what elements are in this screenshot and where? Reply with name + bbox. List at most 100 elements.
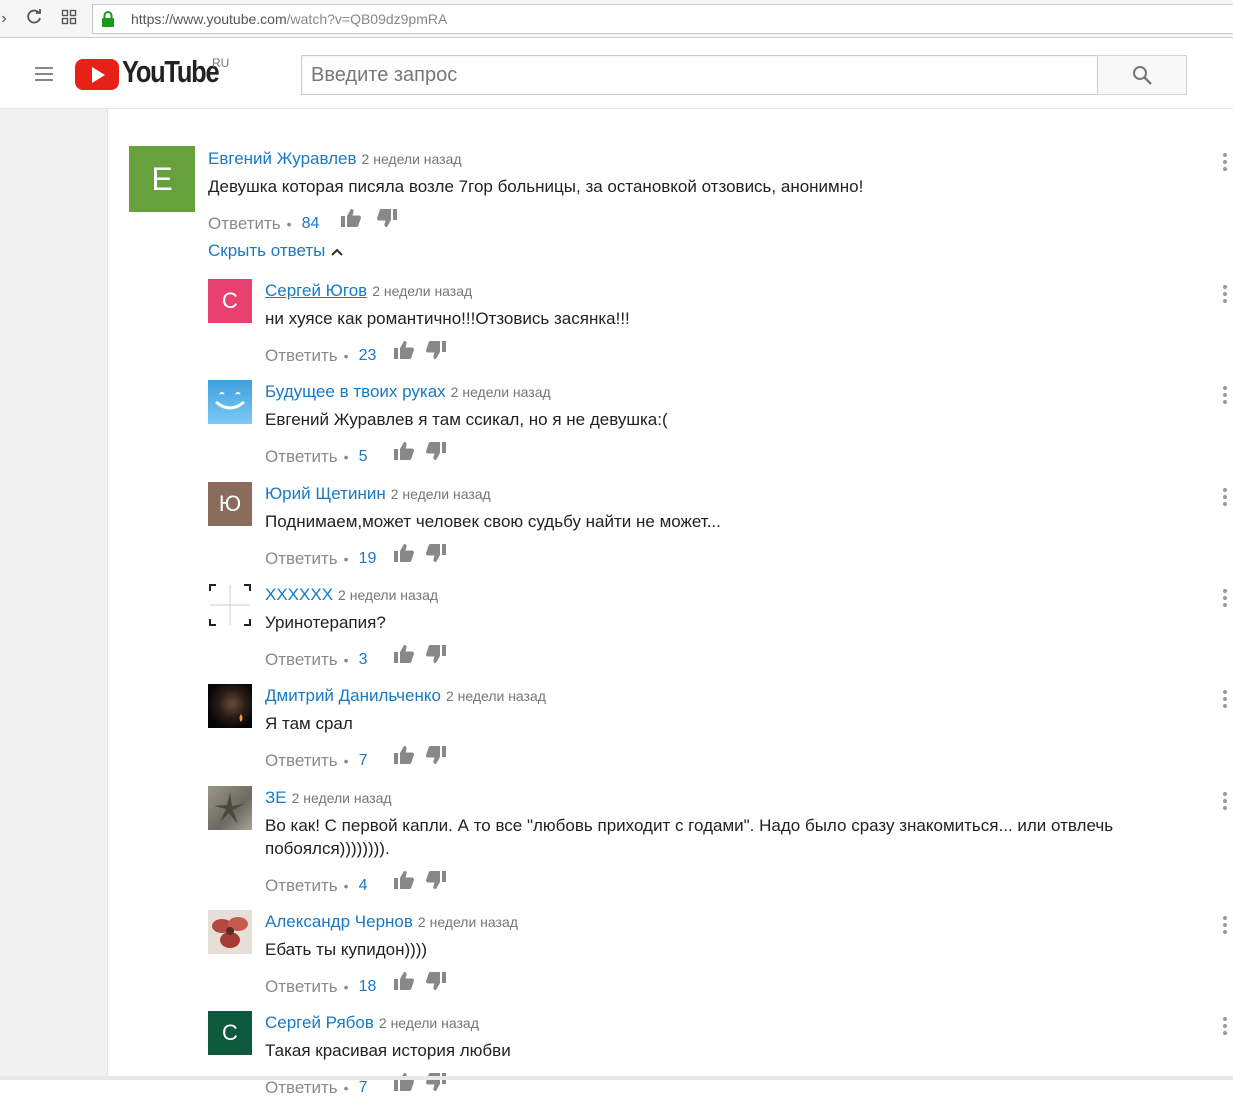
thumbs-up-icon[interactable] xyxy=(393,1072,415,1092)
thumbs-up-icon[interactable] xyxy=(393,971,415,991)
comment-time[interactable]: 2 недели назад xyxy=(362,151,462,167)
thumbs-down-icon[interactable] xyxy=(425,1072,447,1092)
thumbs-up-icon[interactable] xyxy=(340,208,362,228)
reply-comment: ЗЕ 2 недели назад Во как! С первой капли. … xyxy=(109,786,1233,895)
comment-time[interactable]: 2 недели назад xyxy=(372,283,472,299)
avatar[interactable]: Ю xyxy=(208,482,252,526)
comment-text: Ебать ты купидон)))) xyxy=(265,940,428,959)
reply-comment: XXXXXX 2 недели назад Уринотерапия? Ответит… xyxy=(109,583,1233,683)
address-bar[interactable]: https://www.youtube.com/watch?v=QB09dz9p… xyxy=(92,4,1233,34)
reply-comment: С Сергей Рябов 2 недели назад Такая красива… xyxy=(109,1011,1233,1111)
like-count: 4 xyxy=(358,876,368,894)
comment-actions: Ответить • 3 xyxy=(265,644,447,669)
avatar[interactable]: С xyxy=(208,279,252,323)
thumbs-up-icon[interactable] xyxy=(393,340,415,360)
reply-button[interactable]: Ответить xyxy=(265,977,338,997)
thumbs-down-icon[interactable] xyxy=(376,208,398,228)
reply-button[interactable]: Ответить xyxy=(208,214,281,234)
thumbs-up-icon[interactable] xyxy=(393,644,415,664)
more-options-icon[interactable] xyxy=(1223,792,1229,810)
avatar[interactable] xyxy=(208,583,252,627)
comment-author[interactable]: Евгений Журавлев xyxy=(208,149,357,168)
horizontal-scrollbar[interactable] xyxy=(0,1076,1233,1080)
comment-author[interactable]: Дмитрий Данильченко xyxy=(265,686,441,705)
comment-time[interactable]: 2 недели назад xyxy=(446,688,546,704)
separator-dot: • xyxy=(343,1079,349,1096)
hide-replies-toggle[interactable]: Скрыть ответы xyxy=(208,241,344,261)
back-icon[interactable]: › xyxy=(0,9,14,29)
more-options-icon[interactable] xyxy=(1223,589,1229,607)
separator-dot: • xyxy=(343,978,349,995)
comment-author[interactable]: Александр Чернов xyxy=(265,912,413,931)
comment-author[interactable]: ЗЕ xyxy=(265,788,287,807)
reply-button[interactable]: Ответить xyxy=(265,650,338,670)
thumbs-up-icon[interactable] xyxy=(393,441,415,461)
more-options-icon[interactable] xyxy=(1223,916,1229,934)
more-options-icon[interactable] xyxy=(1223,690,1229,708)
reply-comment: Александр Чернов 2 недели назад Ебать ты к… xyxy=(109,910,1233,1010)
reply-button[interactable]: Ответить xyxy=(265,751,338,771)
comment-author[interactable]: Юрий Щетинин xyxy=(265,484,386,503)
comment-time[interactable]: 2 недели назад xyxy=(379,1015,479,1031)
like-count: 18 xyxy=(358,977,377,995)
comment-actions: Ответить • 5 xyxy=(265,441,447,466)
comment-time[interactable]: 2 недели назад xyxy=(391,486,491,502)
comment-time[interactable]: 2 недели назад xyxy=(292,790,392,806)
comment-time[interactable]: 2 недели назад xyxy=(338,587,438,603)
comment-text: ни хуясе как романтично!!!Отзовись засян… xyxy=(265,309,630,328)
reload-icon[interactable] xyxy=(24,9,44,29)
reply-button[interactable]: Ответить xyxy=(265,447,338,467)
avatar[interactable] xyxy=(208,910,252,954)
avatar[interactable] xyxy=(208,684,252,728)
comment-header: Александр Чернов 2 недели назад xyxy=(265,912,518,932)
comment-time[interactable]: 2 недели назад xyxy=(451,384,551,400)
more-options-icon[interactable] xyxy=(1223,488,1229,506)
search-input[interactable] xyxy=(302,56,1097,94)
thumbs-up-icon[interactable] xyxy=(393,745,415,765)
thumbs-down-icon[interactable] xyxy=(425,745,447,765)
thumbs-up-icon[interactable] xyxy=(393,870,415,890)
youtube-logo-text[interactable]: YouTube xyxy=(122,54,220,90)
menu-icon[interactable] xyxy=(35,67,53,81)
comment-author[interactable]: Сергей Югов xyxy=(265,281,367,300)
reply-button[interactable]: Ответить xyxy=(265,549,338,569)
thumbs-up-icon[interactable] xyxy=(393,543,415,563)
search-button[interactable] xyxy=(1097,55,1187,95)
youtube-header: YouTube RU xyxy=(0,38,1233,109)
thumbs-down-icon[interactable] xyxy=(425,441,447,461)
reply-button[interactable]: Ответить xyxy=(265,1078,338,1098)
thumbs-down-icon[interactable] xyxy=(425,971,447,991)
avatar[interactable] xyxy=(208,786,252,830)
comment-header: Юрий Щетинин 2 недели назад xyxy=(265,484,491,504)
separator-dot: • xyxy=(343,550,349,567)
more-options-icon[interactable] xyxy=(1223,1017,1229,1035)
reply-comment: Дмитрий Данильченко 2 недели назад Я там с… xyxy=(109,684,1233,784)
thumbs-down-icon[interactable] xyxy=(425,870,447,890)
more-options-icon[interactable] xyxy=(1223,153,1229,171)
comment-text: Во как! С первой капли. А то все "любовь… xyxy=(265,816,1114,858)
reply-comment: Ю Юрий Щетинин 2 недели назад Поднимаем,мож… xyxy=(109,482,1233,582)
youtube-logo-icon[interactable] xyxy=(75,59,119,90)
avatar[interactable]: Е xyxy=(129,146,195,212)
thumbs-down-icon[interactable] xyxy=(425,543,447,563)
comment-text: Уринотерапия? xyxy=(265,613,386,632)
thumbs-down-icon[interactable] xyxy=(425,644,447,664)
comment-author[interactable]: XXXXXX xyxy=(265,585,333,604)
avatar[interactable] xyxy=(208,380,252,424)
comment-actions: Ответить • 4 xyxy=(265,870,447,895)
reply-button[interactable]: Ответить xyxy=(265,346,338,366)
comment-author[interactable]: Сергей Рябов xyxy=(265,1013,374,1032)
comments-section: Е Евгений Журавлев 2 недели назад Девушка… xyxy=(109,109,1233,1097)
comment-time[interactable]: 2 недели назад xyxy=(418,914,518,930)
more-options-icon[interactable] xyxy=(1223,386,1229,404)
avatar[interactable]: С xyxy=(208,1011,252,1055)
tabs-grid-icon[interactable] xyxy=(59,9,79,29)
more-options-icon[interactable] xyxy=(1223,285,1229,303)
thumbs-down-icon[interactable] xyxy=(425,340,447,360)
comment-author[interactable]: Будущее в твоих руках xyxy=(265,382,446,401)
comment-thread: Е Евгений Журавлев 2 недели назад Девушка… xyxy=(109,109,1233,239)
reply-button[interactable]: Ответить xyxy=(265,876,338,896)
comment-text: Евгений Журавлев я там ссикал, но я не д… xyxy=(265,410,668,429)
search-icon xyxy=(1133,66,1152,85)
separator-dot: • xyxy=(343,448,349,465)
